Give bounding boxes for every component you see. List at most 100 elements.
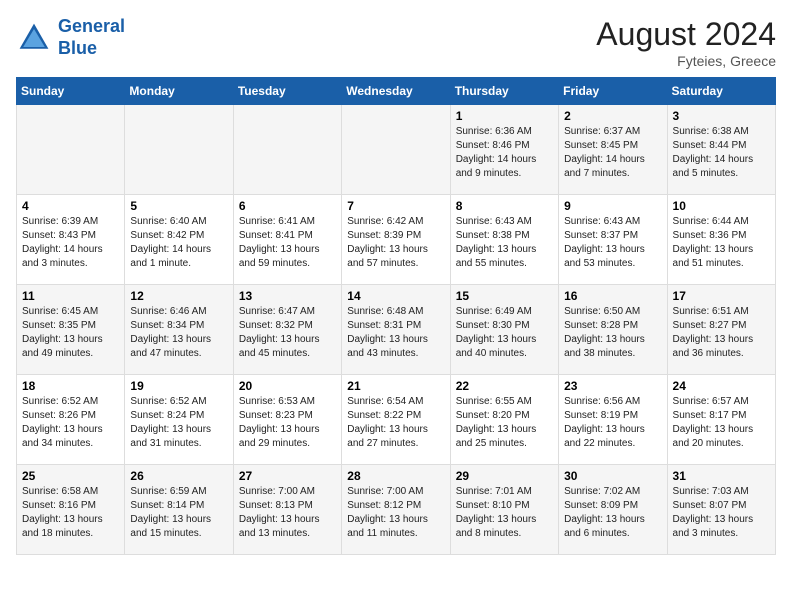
month-year: August 2024 [596,16,776,53]
calendar-cell: 1 Sunrise: 6:36 AM Sunset: 8:46 PM Daylig… [450,105,558,195]
logo-line1: General [58,16,125,36]
day-number: 15 [456,289,553,303]
day-info: Sunrise: 6:45 AM Sunset: 8:35 PM Dayligh… [22,305,119,361]
calendar-cell: 13Sunrise: 6:47 AM Sunset: 8:32 PM Dayli… [233,285,341,375]
day-number: 4 [22,199,119,213]
day-info: Sunrise: 7:00 AM Sunset: 8:13 PM Dayligh… [239,485,336,541]
calendar-cell: 20 Sunrise: 6:53 AM Sunset: 8:23 PM Dayli… [233,375,341,465]
day-info: Sunrise: 6:55 AM Sunset: 8:20 PM Dayligh… [456,395,553,451]
calendar-cell: 2Sunrise: 6:37 AM Sunset: 8:45 PM Daylig… [559,105,667,195]
day-number: 27 [239,469,336,483]
calendar-cell: 23Sunrise: 6:56 AM Sunset: 8:19 PM Dayli… [559,375,667,465]
header-sunday: Sunday [17,78,125,105]
day-number: 24 [673,379,770,393]
calendar-cell: 12 Sunrise: 6:46 AM Sunset: 8:34 PM Dayli… [125,285,233,375]
calendar-cell: 18 Sunrise: 6:52 AM Sunset: 8:26 PM Dayli… [17,375,125,465]
day-info: Sunrise: 6:57 AM Sunset: 8:17 PM Dayligh… [673,395,770,451]
day-info: Sunrise: 6:36 AM Sunset: 8:46 PM Dayligh… [456,125,553,181]
day-number: 1 [456,109,553,123]
calendar-cell [17,105,125,195]
day-info: Sunrise: 6:50 AM Sunset: 8:28 PM Dayligh… [564,305,661,361]
calendar-cell: 27 Sunrise: 7:00 AM Sunset: 8:13 PM Dayli… [233,465,341,555]
day-number: 21 [347,379,444,393]
day-info: Sunrise: 7:03 AM Sunset: 8:07 PM Dayligh… [673,485,770,541]
day-number: 18 [22,379,119,393]
calendar-cell [233,105,341,195]
header-monday: Monday [125,78,233,105]
day-info: Sunrise: 6:56 AM Sunset: 8:19 PM Dayligh… [564,395,661,451]
header-friday: Friday [559,78,667,105]
day-info: Sunrise: 7:01 AM Sunset: 8:10 PM Dayligh… [456,485,553,541]
day-info: Sunrise: 6:44 AM Sunset: 8:36 PM Dayligh… [673,215,770,271]
calendar-week-3: 11 Sunrise: 6:45 AM Sunset: 8:35 PM Dayli… [17,285,776,375]
calendar-week-2: 4Sunrise: 6:39 AM Sunset: 8:43 PM Daylig… [17,195,776,285]
calendar-header-row: SundayMondayTuesdayWednesdayThursdayFrid… [17,78,776,105]
calendar-cell: 11 Sunrise: 6:45 AM Sunset: 8:35 PM Dayli… [17,285,125,375]
calendar-cell [125,105,233,195]
logo: General Blue [16,16,125,59]
calendar-cell: 4Sunrise: 6:39 AM Sunset: 8:43 PM Daylig… [17,195,125,285]
day-number: 30 [564,469,661,483]
day-info: Sunrise: 7:02 AM Sunset: 8:09 PM Dayligh… [564,485,661,541]
day-number: 12 [130,289,227,303]
calendar-cell: 22 Sunrise: 6:55 AM Sunset: 8:20 PM Dayli… [450,375,558,465]
day-info: Sunrise: 6:37 AM Sunset: 8:45 PM Dayligh… [564,125,661,181]
day-info: Sunrise: 6:49 AM Sunset: 8:30 PM Dayligh… [456,305,553,361]
logo-text: General Blue [58,16,125,59]
calendar-cell: 26 Sunrise: 6:59 AM Sunset: 8:14 PM Dayli… [125,465,233,555]
day-info: Sunrise: 6:43 AM Sunset: 8:38 PM Dayligh… [456,215,553,271]
day-number: 19 [130,379,227,393]
calendar-cell: 31 Sunrise: 7:03 AM Sunset: 8:07 PM Dayli… [667,465,775,555]
day-info: Sunrise: 6:54 AM Sunset: 8:22 PM Dayligh… [347,395,444,451]
day-info: Sunrise: 6:38 AM Sunset: 8:44 PM Dayligh… [673,125,770,181]
day-info: Sunrise: 6:52 AM Sunset: 8:26 PM Dayligh… [22,395,119,451]
page-header: General Blue August 2024 Fyteies, Greece [16,16,776,69]
day-info: Sunrise: 6:52 AM Sunset: 8:24 PM Dayligh… [130,395,227,451]
calendar-cell: 15 Sunrise: 6:49 AM Sunset: 8:30 PM Dayli… [450,285,558,375]
calendar-cell [342,105,450,195]
day-number: 22 [456,379,553,393]
day-number: 25 [22,469,119,483]
title-block: August 2024 Fyteies, Greece [596,16,776,69]
day-info: Sunrise: 6:43 AM Sunset: 8:37 PM Dayligh… [564,215,661,271]
calendar-cell: 10 Sunrise: 6:44 AM Sunset: 8:36 PM Dayli… [667,195,775,285]
calendar-cell: 16 Sunrise: 6:50 AM Sunset: 8:28 PM Dayli… [559,285,667,375]
day-info: Sunrise: 6:51 AM Sunset: 8:27 PM Dayligh… [673,305,770,361]
calendar-week-1: 1 Sunrise: 6:36 AM Sunset: 8:46 PM Daylig… [17,105,776,195]
calendar-cell: 28 Sunrise: 7:00 AM Sunset: 8:12 PM Dayli… [342,465,450,555]
day-info: Sunrise: 6:41 AM Sunset: 8:41 PM Dayligh… [239,215,336,271]
day-number: 17 [673,289,770,303]
header-tuesday: Tuesday [233,78,341,105]
header-saturday: Saturday [667,78,775,105]
day-number: 29 [456,469,553,483]
day-number: 6 [239,199,336,213]
day-number: 26 [130,469,227,483]
day-number: 9 [564,199,661,213]
day-number: 5 [130,199,227,213]
calendar-cell: 7Sunrise: 6:42 AM Sunset: 8:39 PM Daylig… [342,195,450,285]
day-info: Sunrise: 6:47 AM Sunset: 8:32 PM Dayligh… [239,305,336,361]
calendar-cell: 14Sunrise: 6:48 AM Sunset: 8:31 PM Dayli… [342,285,450,375]
day-info: Sunrise: 6:40 AM Sunset: 8:42 PM Dayligh… [130,215,227,271]
day-info: Sunrise: 6:42 AM Sunset: 8:39 PM Dayligh… [347,215,444,271]
calendar-cell: 5 Sunrise: 6:40 AM Sunset: 8:42 PM Daylig… [125,195,233,285]
calendar-week-4: 18 Sunrise: 6:52 AM Sunset: 8:26 PM Dayli… [17,375,776,465]
day-number: 16 [564,289,661,303]
day-number: 31 [673,469,770,483]
calendar-cell: 24 Sunrise: 6:57 AM Sunset: 8:17 PM Dayli… [667,375,775,465]
day-info: Sunrise: 6:46 AM Sunset: 8:34 PM Dayligh… [130,305,227,361]
day-number: 3 [673,109,770,123]
day-number: 11 [22,289,119,303]
day-number: 28 [347,469,444,483]
calendar-cell: 9 Sunrise: 6:43 AM Sunset: 8:37 PM Daylig… [559,195,667,285]
logo-icon [16,20,52,56]
day-info: Sunrise: 6:53 AM Sunset: 8:23 PM Dayligh… [239,395,336,451]
day-info: Sunrise: 6:59 AM Sunset: 8:14 PM Dayligh… [130,485,227,541]
location: Fyteies, Greece [596,53,776,69]
calendar-cell: 19 Sunrise: 6:52 AM Sunset: 8:24 PM Dayli… [125,375,233,465]
day-number: 20 [239,379,336,393]
day-info: Sunrise: 7:00 AM Sunset: 8:12 PM Dayligh… [347,485,444,541]
day-number: 10 [673,199,770,213]
calendar-cell: 29 Sunrise: 7:01 AM Sunset: 8:10 PM Dayli… [450,465,558,555]
calendar-cell: 17 Sunrise: 6:51 AM Sunset: 8:27 PM Dayli… [667,285,775,375]
